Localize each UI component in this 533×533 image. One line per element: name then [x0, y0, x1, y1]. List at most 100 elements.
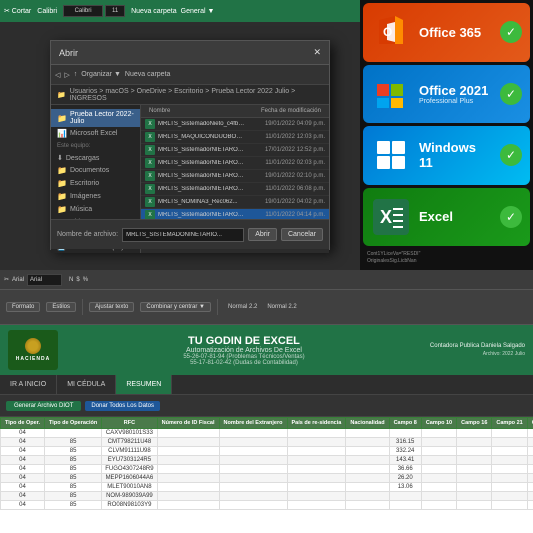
file-date-5: 11/01/2022 06:08 p.m. [245, 186, 325, 192]
table-row: 0485 NOM-989039A99 [1, 492, 533, 501]
tab-cedula[interactable]: MI CÉDULA [57, 375, 116, 394]
office2021-subtitle: Professional Plus [419, 98, 492, 105]
generate-diot-button[interactable]: Generar Archivo DIOT [6, 401, 81, 411]
cell-rfc[interactable]: CAXV980101S33 [102, 429, 157, 438]
office2021-text: Office 2021 Professional Plus [419, 83, 492, 105]
data-table: Tipo de Oper. Tipo de Operación RFC Núme… [0, 417, 533, 510]
format-btn[interactable]: Formato [6, 302, 40, 312]
cell-num-id[interactable] [157, 429, 219, 438]
font-select-bottom[interactable]: Arial [27, 274, 62, 286]
contador-info: Archivo: 2022 Julio [430, 351, 525, 357]
sidebar-downloads[interactable]: ⬇ Descargas [51, 152, 140, 164]
nav-tabs-row: IR A INICIO MI CÉDULA RESUMEN [0, 375, 533, 395]
sidebar-documents[interactable]: 📁 Documentos [51, 164, 140, 177]
badge-footer-details: Cont1YLiceVa="RESDI"OriginalesSig.LicbNa… [367, 251, 526, 265]
office365-logo-icon: O [373, 14, 409, 50]
dialog-close-icon[interactable]: ✕ [313, 47, 321, 58]
sidebar-music-label: Música [70, 206, 92, 213]
sidebar-downloads-label: Descargas [66, 155, 99, 162]
file-excel-icon-1: X [145, 132, 155, 142]
combinar-bottom[interactable]: Combinar y centrar ▼ [140, 302, 211, 312]
styles-btn[interactable]: Estilos [46, 302, 76, 312]
normal-label: Normal 2.2 [228, 304, 257, 310]
table-row: 0485 MLET90010AN8 13.06 [1, 483, 533, 492]
donate-button[interactable]: Donar Todos Los Datos [85, 401, 160, 411]
spreadsheet-table-wrapper: Tipo de Oper. Tipo de Operación RFC Núme… [0, 417, 533, 533]
table-row: 0485 CMT798211U48 316.15 [1, 438, 533, 447]
dialog-footer: Nombre de archivo: Abrir Cancelar [51, 219, 329, 249]
office365-title: Office 365 [419, 25, 492, 40]
cell-c10[interactable] [421, 429, 456, 438]
cell-c22[interactable] [527, 429, 533, 438]
cell-nombre[interactable] [219, 429, 287, 438]
win11-tile-1 [377, 141, 390, 154]
new-folder-btn[interactable]: Nueva carpeta [125, 71, 171, 78]
sidebar-desktop[interactable]: 📁 Escritorio [51, 177, 140, 190]
up-icon[interactable]: ↑ [74, 71, 78, 78]
th-nombre: Nombre del Extranjero [219, 418, 287, 429]
file-dialog: Abrir ✕ ◁ ▷ ↑ Organizar ▼ Nueva carpeta … [50, 40, 330, 250]
file-row-6[interactable]: X MRLTS_NOMINA3_Rec062... 19/01/2022 04:… [141, 196, 329, 209]
table-row: 04 CAXV980101S33 [1, 429, 533, 438]
tab-resumen[interactable]: RESUMEN [116, 375, 172, 394]
spreadsheet-main-title: TU GODIN DE EXCEL [68, 335, 420, 347]
excel-badge-title: Excel [419, 209, 492, 224]
folder-downloads-icon: ⬇ [57, 154, 63, 162]
th-campo16: Campo 16 [457, 418, 492, 429]
cell-pais[interactable] [287, 429, 346, 438]
col-header-name: Nombre [145, 107, 174, 115]
table-row: 0485 MEPP1606044A6 26.20 [1, 474, 533, 483]
file-row-2[interactable]: X MRLTS_SistemadorNIETARO3MOC... 17/01/2… [141, 144, 329, 157]
back-icon[interactable]: ◁ [55, 71, 60, 79]
file-row-3[interactable]: X MRLTS_SistemadorNIETARO3MOC... 11/01/2… [141, 157, 329, 170]
hacienda-eagle-mini-icon [25, 338, 41, 354]
cell-nac[interactable] [346, 429, 389, 438]
excel-logo-icon: X [373, 199, 409, 235]
sidebar-section-header: Este equipo: [51, 140, 140, 152]
office2021-title: Office 2021 [419, 83, 492, 98]
header-right-area: Contadora Publica Daniela Salgado Archiv… [430, 343, 525, 357]
organize-btn[interactable]: Organizar ▼ [81, 71, 121, 78]
ajustar-texto-btn[interactable]: Nueva carpeta [131, 8, 177, 15]
file-name-1: MRLTS_MAQUICONDUOBOM2_sBM1... [158, 134, 245, 140]
file-row-0[interactable]: X MRLTS_SistemadoNieto_c4fb4d8-11t... 19… [141, 118, 329, 131]
office2021-check: ✓ [500, 83, 522, 105]
sidebar-label-1: Microsoft Excel [70, 130, 117, 137]
cell-c8[interactable] [389, 429, 421, 438]
open-button[interactable]: Abrir [248, 228, 277, 241]
forward-icon[interactable]: ▷ [64, 71, 69, 79]
th-rfc: RFC [102, 418, 157, 429]
folder-icon-0: 📁 [57, 114, 67, 123]
file-row-1[interactable]: X MRLTS_MAQUICONDUOBOM2_sBM1... 11/01/20… [141, 131, 329, 144]
windows11-icon-area [371, 135, 411, 175]
tab-inicio[interactable]: IR A INICIO [0, 375, 57, 394]
filename-input[interactable] [122, 228, 244, 242]
cell-c16[interactable] [457, 429, 492, 438]
cell-c21[interactable] [492, 429, 527, 438]
file-row-4[interactable]: X MRLTS_SistemadorNIETARO4-JRS... 19/01/… [141, 170, 329, 183]
th-campo21: Campo 21 [492, 418, 527, 429]
cell-tipo-op[interactable]: 04 [1, 429, 45, 438]
excel-badge[interactable]: X Excel ✓ [363, 188, 530, 247]
cell-tipo-op2[interactable] [45, 429, 102, 438]
cancel-button[interactable]: Cancelar [281, 228, 323, 241]
font-size-input[interactable]: 11 [105, 5, 125, 17]
sidebar-item-0[interactable]: 📁 Prueba Lector 2022-Julio [51, 109, 140, 127]
sidebar-music[interactable]: 📁 Música [51, 203, 140, 216]
dialog-toolbar: ◁ ▷ ↑ Organizar ▼ Nueva carpeta [51, 65, 329, 85]
win11-tile-3 [377, 156, 390, 169]
excel-toolbar: ✂ Cortar Calibri Calibri 11 Nueva carpet… [0, 0, 360, 22]
dialog-path-bar: 📁 Usuarios > macOS > OneDrive > Escritor… [51, 85, 329, 105]
font-name-input[interactable]: Calibri [63, 5, 103, 17]
folder-images-icon: 📁 [57, 192, 67, 201]
combinar-btn[interactable]: General ▼ [181, 8, 215, 15]
sidebar-images[interactable]: 📁 Imágenes [51, 190, 140, 203]
cut-icon-bottom: ✂ [4, 276, 9, 283]
ajustar-texto-bottom[interactable]: Ajustar texto [89, 302, 134, 312]
windows11-badge[interactable]: Windows 11 ✓ [363, 126, 530, 185]
file-row-5[interactable]: X MRLTS_SistemadorNIETARO_9bc302... 11/0… [141, 183, 329, 196]
header-main-text-area: TU GODIN DE EXCEL Automatización de Arch… [68, 335, 420, 366]
office2021-badge[interactable]: Office 2021 Professional Plus ✓ [363, 65, 530, 124]
office365-badge[interactable]: O Office 365 ✓ [363, 3, 530, 62]
sidebar-item-1[interactable]: 📊 Microsoft Excel [51, 127, 140, 140]
